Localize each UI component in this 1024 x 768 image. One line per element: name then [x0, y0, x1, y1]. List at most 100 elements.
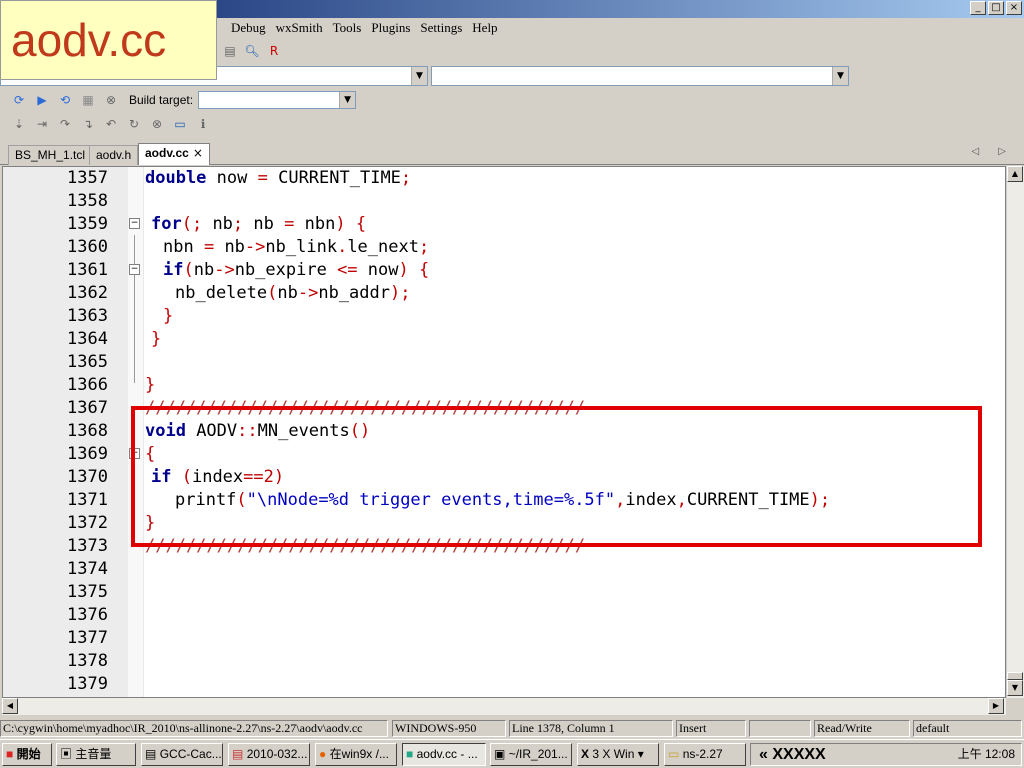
- vertical-scrollbar[interactable]: ▲ ▼: [1006, 166, 1024, 698]
- tab-aodv-h[interactable]: aodv.h: [89, 145, 139, 165]
- taskbar-item[interactable]: ▭ ns-2.27: [664, 743, 746, 766]
- scroll-thumb[interactable]: [1007, 672, 1023, 680]
- code-line[interactable]: 1369 −{: [3, 443, 1005, 466]
- scroll-left-icon[interactable]: ◀: [2, 698, 18, 714]
- minimize-button[interactable]: _: [970, 1, 986, 15]
- code-line[interactable]: 1379: [3, 673, 1005, 696]
- code-line[interactable]: 1366}: [3, 374, 1005, 397]
- taskbar-item[interactable]: ▣ 主音量: [56, 743, 136, 766]
- rebuild-icon[interactable]: ▦: [79, 91, 97, 109]
- code-token: nb_expire: [234, 260, 338, 280]
- code-token: (: [171, 467, 192, 487]
- code-line[interactable]: 1359 − for(; nb; nb = nbn) {: [3, 213, 1005, 236]
- document-icon: ▤: [145, 747, 157, 761]
- chevron-down-icon: ▼: [339, 92, 356, 108]
- build-run-icon[interactable]: ⟲: [56, 91, 74, 109]
- code-token: ;: [400, 168, 412, 188]
- code-token: if: [163, 260, 184, 280]
- code-line[interactable]: 1370 if (index==2): [3, 466, 1005, 489]
- abort-icon[interactable]: ⊗: [102, 91, 120, 109]
- code-line[interactable]: 1358: [3, 190, 1005, 213]
- code-line[interactable]: 1357 double now = CURRENT_TIME;: [3, 167, 1005, 190]
- code-token: {: [145, 444, 156, 464]
- code-line[interactable]: 1378: [3, 650, 1005, 673]
- horizontal-scrollbar[interactable]: ◀ ▶: [2, 698, 1006, 715]
- stop-debug-icon[interactable]: ⊗: [148, 115, 166, 133]
- code-token: index: [625, 490, 677, 510]
- scroll-up-icon[interactable]: ▲: [1007, 166, 1023, 182]
- code-line[interactable]: 1362 nb_delete(nb->nb_addr);: [3, 282, 1005, 305]
- scroll-right-icon[interactable]: ▶: [988, 698, 1004, 714]
- start-button[interactable]: ■ 開始: [2, 743, 52, 766]
- step-over-icon[interactable]: ↷: [56, 115, 74, 133]
- menu-plugins[interactable]: Plugins: [366, 20, 415, 36]
- menu-settings[interactable]: Settings: [415, 20, 467, 36]
- code-line[interactable]: 1375: [3, 581, 1005, 604]
- code-token: void: [145, 421, 186, 441]
- tab-aodv-cc[interactable]: aodv.cc ×: [138, 143, 210, 165]
- taskbar-item[interactable]: ▤ GCC-Cac...: [141, 743, 223, 766]
- replace-icon[interactable]: R: [265, 42, 283, 60]
- line-number: 1373: [67, 536, 108, 556]
- code-token: "\nNode=%d trigger events,time=%.5f": [246, 490, 616, 510]
- step-out-icon[interactable]: ↶: [102, 115, 120, 133]
- code-line[interactable]: 1364}: [3, 328, 1005, 351]
- code-line[interactable]: 1372}: [3, 512, 1005, 535]
- code-token: nb: [202, 214, 233, 234]
- code-line[interactable]: 1373 ////////////////////////////////////…: [3, 535, 1005, 558]
- menu-wxsmith[interactable]: wxSmith: [271, 20, 328, 36]
- code-line[interactable]: 1361 − if(nb->nb_expire <= now) {: [3, 259, 1005, 282]
- line-number: 1360: [67, 237, 108, 257]
- code-editor[interactable]: 1357 double now = CURRENT_TIME; 1358 1359− f…: [2, 166, 1006, 698]
- build-icon[interactable]: ⟳: [10, 91, 28, 109]
- restore-button[interactable]: □: [988, 1, 1004, 15]
- taskbar-item-active[interactable]: ■ aodv.cc - ...: [402, 743, 486, 766]
- debug-windows-icon[interactable]: ▭: [171, 115, 189, 133]
- code-line[interactable]: 1367 ////////////////////////////////////…: [3, 397, 1005, 420]
- paste-icon[interactable]: ▤: [221, 42, 239, 60]
- tab-label: aodv.cc: [145, 146, 189, 160]
- debug-toolbar: ⇣ ⇥ ↷ ↴ ↶ ↻ ⊗ ▭ ℹ: [0, 112, 240, 136]
- code-token: if: [151, 467, 172, 487]
- next-instruction-icon[interactable]: ↻: [125, 115, 143, 133]
- scroll-down-icon[interactable]: ▼: [1007, 680, 1023, 696]
- fold-toggle-icon[interactable]: −: [129, 448, 140, 459]
- code-line[interactable]: 1377: [3, 627, 1005, 650]
- run-to-cursor-icon[interactable]: ⇥: [33, 115, 51, 133]
- fold-toggle-icon[interactable]: −: [129, 218, 140, 229]
- firefox-icon: ●: [319, 747, 327, 761]
- symbol-select[interactable]: ▼: [431, 66, 849, 86]
- code-line[interactable]: 1363}: [3, 305, 1005, 328]
- close-button[interactable]: ×: [1006, 1, 1022, 15]
- menu-help[interactable]: Help: [467, 20, 502, 36]
- code-line[interactable]: 1365: [3, 351, 1005, 374]
- code-line[interactable]: 1376: [3, 604, 1005, 627]
- menu-debug[interactable]: Debug: [226, 20, 271, 36]
- taskbar-item[interactable]: X 3 X Win ▾: [577, 743, 659, 766]
- fold-toggle-icon[interactable]: −: [129, 264, 140, 275]
- close-icon[interactable]: ×: [193, 146, 203, 160]
- line-number: 1369: [67, 444, 108, 464]
- code-token: ////////////////////////////////////////…: [145, 398, 586, 418]
- tab-bs-mh-1[interactable]: BS_MH_1.tcl: [8, 145, 93, 165]
- tab-nav-arrows[interactable]: ◁ ▷: [971, 146, 1014, 157]
- info-icon[interactable]: ℹ: [194, 115, 212, 133]
- find-icon[interactable]: 🔍︎: [243, 42, 261, 60]
- code-token: );: [390, 283, 411, 303]
- taskbar-item[interactable]: ● 在win9x /...: [315, 743, 397, 766]
- code-line[interactable]: 1368 void AODV::MN_events(): [3, 420, 1005, 443]
- chevron-down-icon: ▼: [832, 67, 848, 85]
- taskbar-item[interactable]: ▤ 2010-032...: [228, 743, 310, 766]
- build-target-select[interactable]: ▼: [198, 91, 357, 109]
- taskbar-item[interactable]: ▣ ~/IR_201...: [490, 743, 572, 766]
- tray-icons[interactable]: « XXXXX: [759, 744, 826, 765]
- code-line[interactable]: 1374: [3, 558, 1005, 581]
- debug-continue-icon[interactable]: ⇣: [10, 115, 28, 133]
- clock[interactable]: 上午 12:08: [958, 744, 1015, 765]
- code-text: if (index==2): [151, 466, 284, 489]
- step-into-icon[interactable]: ↴: [79, 115, 97, 133]
- code-line[interactable]: 1360 nbn = nb->nb_link.le_next;: [3, 236, 1005, 259]
- run-icon[interactable]: ▶: [33, 91, 51, 109]
- menu-tools[interactable]: Tools: [328, 20, 367, 36]
- code-line[interactable]: 1371 printf("\nNode=%d trigger events,tim…: [3, 489, 1005, 512]
